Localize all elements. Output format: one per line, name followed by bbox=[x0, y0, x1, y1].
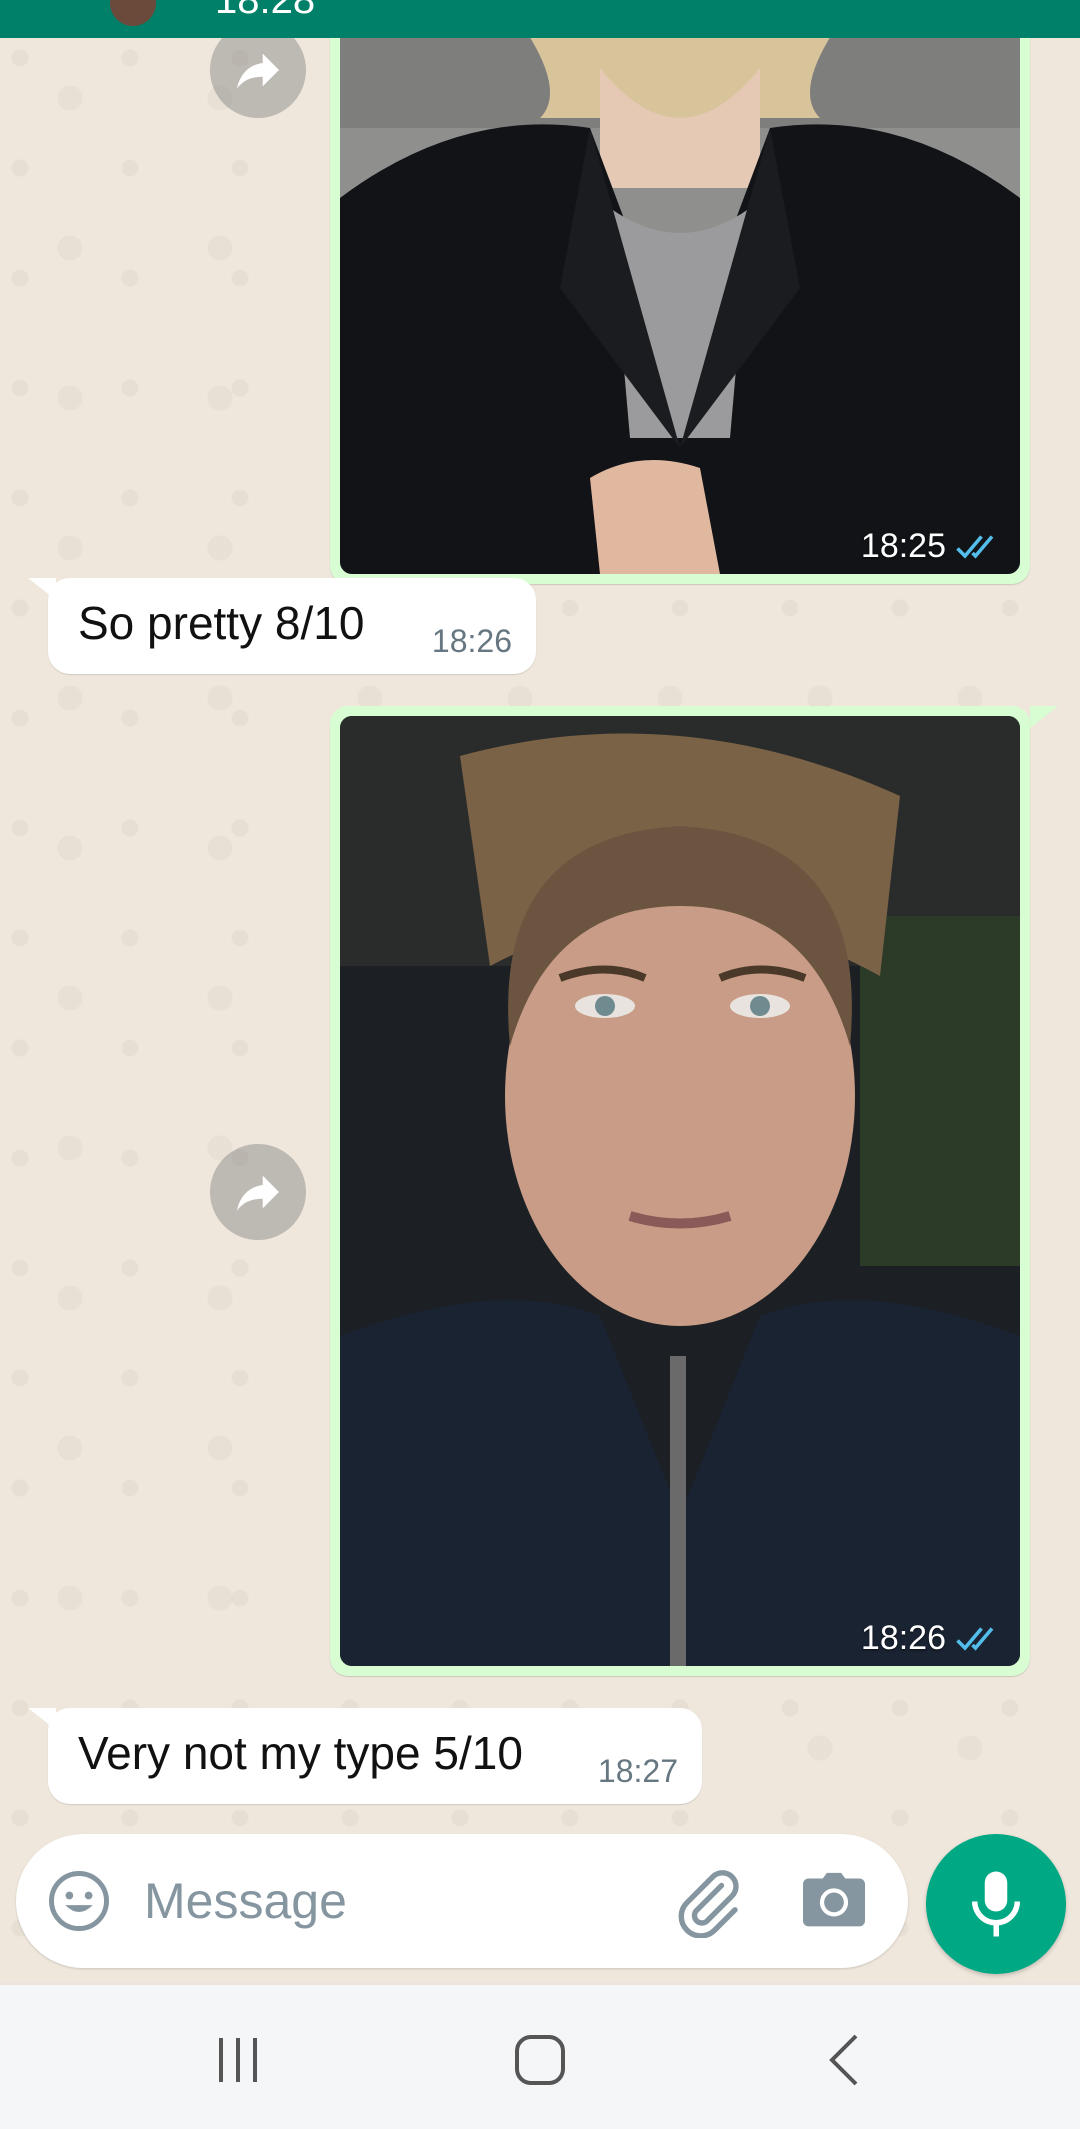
header-time: 18:28 bbox=[215, 0, 316, 22]
message-meta: 18:25 bbox=[861, 527, 1004, 566]
emoji-icon[interactable] bbox=[46, 1868, 112, 1934]
recent-apps-button[interactable] bbox=[198, 2025, 278, 2095]
home-button[interactable] bbox=[500, 2025, 580, 2095]
message-composer: Message bbox=[16, 1834, 908, 1968]
photo-man[interactable] bbox=[340, 716, 1020, 1666]
camera-icon[interactable] bbox=[800, 1870, 868, 1932]
system-nav-bar bbox=[0, 1985, 1080, 2129]
paperclip-icon[interactable] bbox=[672, 1866, 744, 1938]
image-message[interactable]: 18:25 bbox=[330, 38, 1030, 584]
chat-area[interactable]: 18:25 So pretty 8/10 18:26 18:26 Very no… bbox=[0, 38, 1080, 1982]
message-text: Very not my type 5/10 bbox=[78, 1727, 523, 1779]
recent-apps-icon bbox=[219, 2038, 257, 2082]
message-time: 18:27 bbox=[597, 1753, 678, 1789]
bubble-tail bbox=[1030, 706, 1058, 728]
forward-icon bbox=[237, 53, 279, 89]
message-time: 18:25 bbox=[860, 527, 946, 565]
home-icon bbox=[515, 2035, 565, 2085]
message-meta: 18:26 bbox=[861, 1619, 1004, 1658]
forward-button[interactable] bbox=[210, 38, 306, 118]
incoming-message[interactable]: So pretty 8/10 18:26 bbox=[48, 578, 536, 674]
image-message[interactable]: 18:26 bbox=[330, 706, 1030, 1676]
contact-avatar[interactable] bbox=[110, 0, 156, 26]
photo-woman[interactable] bbox=[340, 38, 1020, 574]
incoming-message[interactable]: Very not my type 5/10 18:27 bbox=[48, 1708, 702, 1804]
message-time: 18:26 bbox=[860, 1619, 946, 1657]
message-input[interactable]: Message bbox=[144, 1872, 347, 1930]
message-time: 18:26 bbox=[431, 623, 512, 659]
mic-button[interactable] bbox=[926, 1834, 1066, 1974]
double-check-icon bbox=[956, 534, 994, 559]
back-button[interactable] bbox=[804, 2025, 884, 2095]
forward-button[interactable] bbox=[210, 1144, 306, 1240]
mic-icon bbox=[972, 1871, 1020, 1937]
app-header: 18:28 bbox=[0, 0, 1080, 38]
message-text: So pretty 8/10 bbox=[78, 597, 365, 649]
forward-icon bbox=[237, 1175, 279, 1211]
double-check-icon bbox=[956, 1626, 994, 1651]
back-icon bbox=[829, 2034, 858, 2086]
